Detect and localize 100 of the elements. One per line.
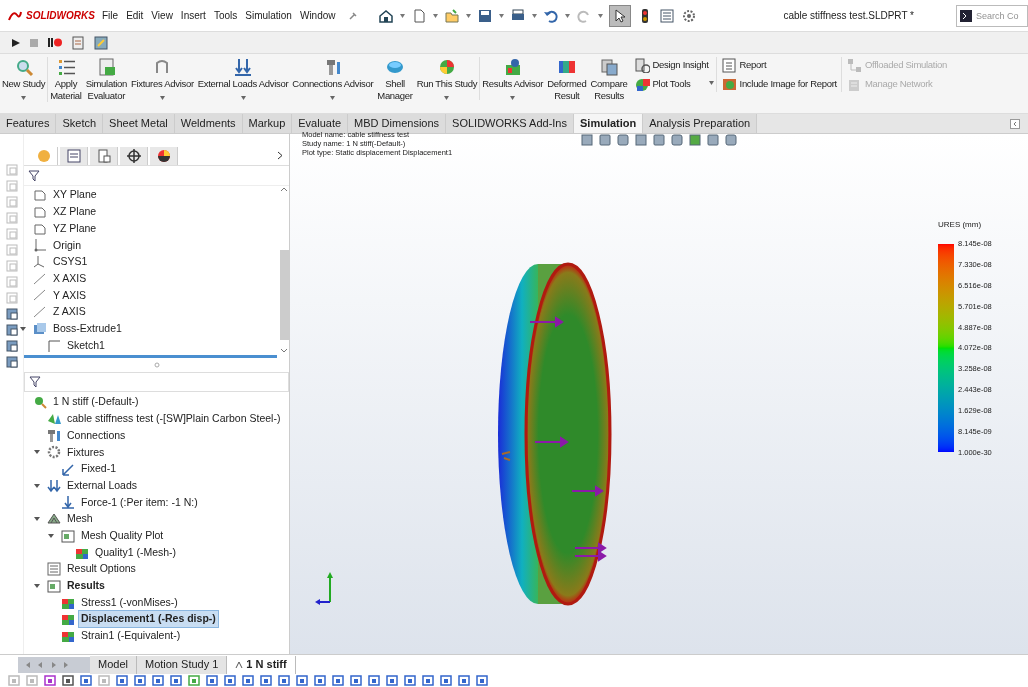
expand-caret-icon[interactable] [34,482,40,489]
tab-scroll-buttons[interactable] [18,656,90,673]
settings-icon[interactable] [680,7,697,24]
command-tab[interactable]: Markup [242,114,293,133]
tree-item[interactable]: XY Plane [50,186,100,205]
command-tab[interactable]: Sheet Metal [103,114,175,133]
tree-item[interactable]: CSYS1 [50,253,91,271]
bottom-tab[interactable]: Motion Study 1 [136,655,228,674]
expand-caret-icon[interactable] [48,532,54,539]
sketch-tool-icon[interactable] [476,675,488,686]
filter-icon[interactable] [28,169,40,182]
menu-item[interactable]: Tools [213,8,238,23]
ribbon-button[interactable]: Fixtures Advisor [129,57,196,100]
command-tab[interactable]: Analysis Preparation [643,114,758,133]
sketch-tool-icon[interactable] [458,675,470,686]
splitter-handle-icon[interactable] [153,362,160,368]
view-tool-icon[interactable] [5,356,18,368]
menu-item[interactable]: Insert [180,8,206,23]
sketch-tool-icon[interactable] [206,675,218,686]
command-tab[interactable]: Features [0,114,57,133]
view-tool-icon[interactable] [5,308,18,320]
scrollbar-thumb[interactable] [279,250,289,340]
tree-item[interactable]: XZ Plane [50,203,100,221]
command-tab[interactable]: Sketch [56,114,104,133]
sketch-tool-icon[interactable] [116,675,128,686]
sketch-tool-icon[interactable] [260,675,272,686]
sketch-tool-icon[interactable] [62,675,74,686]
command-tab[interactable]: Weldments [174,114,243,133]
sketch-tool-icon[interactable] [314,675,326,686]
caret-icon[interactable] [597,13,603,18]
sketch-tool-icon[interactable] [134,675,146,686]
tree-item[interactable]: Stress1 (-vonMises-) [78,593,181,612]
caret-icon[interactable] [708,81,714,85]
ribbon-button[interactable]: New Study [0,57,48,100]
chevron-right-icon[interactable] [277,151,283,160]
filter-icon[interactable] [29,376,41,388]
tree-item[interactable]: Fixtures [64,443,108,462]
pin-icon[interactable] [347,10,358,21]
pause-record-icon[interactable] [48,38,62,47]
tree-item[interactable]: Boss-Extrude1 [50,319,125,338]
tree-item[interactable]: Results [64,577,108,595]
expand-caret-icon[interactable] [34,516,40,523]
sketch-tool-icon[interactable] [224,675,236,686]
view-tool-icon[interactable] [5,340,18,352]
ribbon-button[interactable]: Shell Manager [375,57,415,102]
panel-tab[interactable] [120,146,148,165]
menu-item[interactable]: Edit [126,8,144,23]
tree-item[interactable]: Connections [64,426,129,445]
sketch-tool-icon[interactable] [386,675,398,686]
select-tool-button[interactable] [608,4,631,27]
menu-item[interactable]: File [102,8,119,23]
caret-icon[interactable] [564,13,570,18]
home-icon[interactable] [377,7,394,24]
caret-icon[interactable] [432,13,438,18]
tree-item[interactable]: Origin [50,236,84,255]
tree-item[interactable]: cable stiffness test (-[SW]Plain Carbon Steel-) [64,410,284,428]
sketch-tool-icon[interactable] [440,675,452,686]
tree-item[interactable]: Mesh Quality Plot [78,526,167,545]
edit-macro-icon[interactable] [94,35,108,50]
tree-item[interactable]: Fixed-1 [78,460,119,478]
command-tab[interactable]: Evaluate [292,114,349,133]
menu-item[interactable]: Window [299,8,336,23]
tree-item[interactable]: Result Options [64,560,139,579]
ribbon-button[interactable]: Include Image for Report [720,76,837,92]
ribbon-button[interactable]: Plot Tools [633,76,709,92]
ribbon-button[interactable]: Deformed Result [545,57,589,102]
expand-caret-icon[interactable] [34,449,40,456]
ribbon-button[interactable]: Report [720,57,837,73]
bottom-tab[interactable]: Model [90,655,137,674]
expand-caret-icon[interactable] [20,325,26,332]
sketch-tool-icon[interactable] [152,675,164,686]
panel-tab[interactable] [150,146,178,165]
command-tab[interactable]: Simulation [574,114,644,133]
tree-item[interactable]: Strain1 (-Equivalent-) [78,627,184,645]
scroll-down-icon[interactable] [280,348,288,354]
caret-icon[interactable] [531,13,537,18]
tree-item[interactable]: X AXIS [50,269,90,288]
ribbon-button[interactable]: Run This Study [414,57,480,100]
sketch-tool-icon[interactable] [80,675,92,686]
save-icon[interactable] [476,7,493,24]
ribbon-button[interactable]: Connections Advisor [290,57,376,100]
menu-item[interactable]: View [151,8,173,23]
expand-caret-icon[interactable] [34,582,40,589]
document-icon[interactable] [72,35,84,50]
tree-item[interactable]: Displacement1 (-Res disp-) [78,610,219,629]
sketch-tool-icon[interactable] [242,675,254,686]
ribbon-button[interactable]: Design Insight [633,57,709,73]
ribbon-button[interactable]: Simulation Evaluator [83,57,129,102]
sketch-tool-icon[interactable] [296,675,308,686]
collapse-icon[interactable] [1010,118,1020,129]
command-tab[interactable]: MBD Dimensions [348,114,447,133]
sketch-tool-icon[interactable] [368,675,380,686]
ribbon-button[interactable]: Results Advisor [479,57,546,100]
menu-item[interactable]: Simulation [245,8,292,23]
caret-icon[interactable] [498,13,504,18]
sketch-tool-icon[interactable] [170,675,182,686]
caret-icon[interactable] [399,13,405,18]
ribbon-button[interactable]: Compare Results [588,57,630,102]
sketch-tool-icon[interactable] [332,675,344,686]
tree-item[interactable]: Quality1 (-Mesh-) [92,543,180,562]
